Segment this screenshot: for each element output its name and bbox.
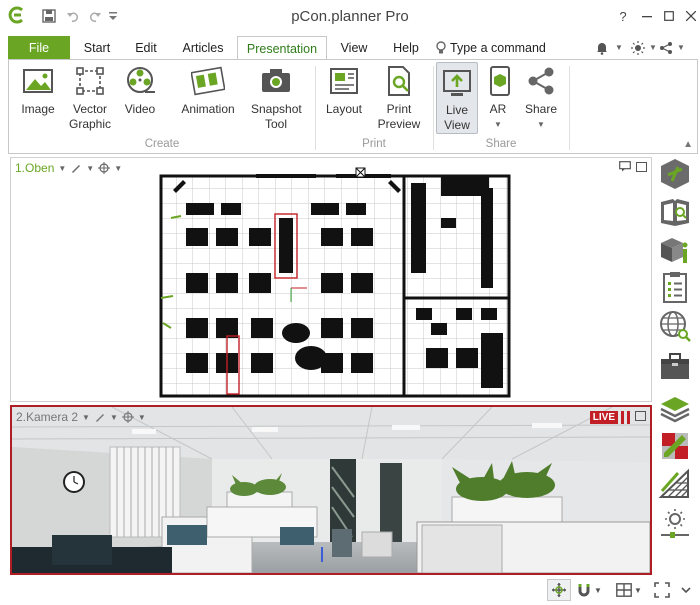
floor-plan bbox=[159, 167, 511, 398]
tab-help[interactable]: Help bbox=[386, 36, 426, 60]
lightbulb-icon bbox=[436, 41, 446, 54]
vector-graphic-button[interactable]: Vector Graphic bbox=[65, 64, 115, 132]
share-button[interactable]: Share ▼ bbox=[521, 64, 561, 132]
close-button[interactable] bbox=[680, 6, 700, 26]
article-info-icon[interactable] bbox=[658, 233, 692, 267]
pen-icon[interactable] bbox=[94, 411, 106, 423]
live-view-icon bbox=[443, 70, 471, 96]
layers-icon[interactable] bbox=[658, 391, 692, 425]
share-dropdown-icon[interactable]: ▼ bbox=[521, 117, 561, 132]
video-button[interactable]: Video bbox=[117, 64, 163, 117]
render-grid-icon[interactable] bbox=[658, 467, 692, 501]
collapse-panel-icon[interactable] bbox=[674, 579, 698, 601]
tab-start[interactable]: Start bbox=[76, 36, 118, 60]
camera-icon bbox=[262, 69, 290, 92]
tab-edit[interactable]: Edit bbox=[126, 36, 166, 60]
layout-icon bbox=[330, 68, 358, 94]
share-icon bbox=[528, 67, 554, 95]
animation-button[interactable]: Animation bbox=[173, 64, 243, 117]
image-icon bbox=[23, 69, 53, 93]
material-paint-icon[interactable] bbox=[658, 429, 692, 463]
notification-bell-icon[interactable] bbox=[590, 36, 614, 60]
ribbon-tabs: File Start Edit Articles Presentation Vi… bbox=[0, 34, 700, 61]
window-title: pCon.planner Pro bbox=[291, 8, 409, 25]
print-preview-button[interactable]: Print Preview bbox=[371, 64, 427, 132]
catalog-book-icon[interactable] bbox=[658, 195, 692, 229]
magnet-dropdown-icon[interactable]: ▼ bbox=[592, 579, 604, 601]
maximize-button[interactable] bbox=[658, 6, 680, 26]
tab-articles[interactable]: Articles bbox=[174, 36, 232, 60]
animation-icon bbox=[191, 66, 225, 96]
group-label-create: Create bbox=[144, 138, 180, 150]
live-badge: LIVE bbox=[589, 411, 618, 424]
viewport-camera-label[interactable]: 2.Kamera 2 ▼ ▼ ▼ bbox=[16, 410, 146, 424]
target-icon[interactable] bbox=[121, 411, 134, 423]
ar-button[interactable]: AR ▼ bbox=[483, 64, 513, 132]
brightness-settings-icon[interactable] bbox=[658, 507, 692, 541]
ribbon-panel: Image Vector Graphic Video Animation Sna… bbox=[8, 59, 698, 154]
ar-dropdown-icon[interactable]: ▼ bbox=[483, 117, 513, 132]
pause-icon[interactable] bbox=[621, 411, 630, 424]
bell-dropdown-icon[interactable]: ▼ bbox=[614, 36, 624, 60]
theme-brightness-icon[interactable] bbox=[628, 36, 648, 60]
video-icon bbox=[127, 67, 155, 93]
snapshot-tool-button[interactable]: Snapshot Tool bbox=[245, 64, 307, 132]
layout-button[interactable]: Layout bbox=[319, 64, 369, 117]
command-placeholder: Type a command bbox=[450, 41, 546, 55]
image-button[interactable]: Image bbox=[13, 64, 63, 117]
help-question-icon[interactable]: ? bbox=[612, 6, 634, 26]
tools-3d-icon[interactable] bbox=[658, 157, 692, 191]
live-view-button[interactable]: Live View bbox=[436, 62, 478, 134]
share-network-icon[interactable] bbox=[656, 36, 676, 60]
collapse-ribbon-icon[interactable]: ▲ bbox=[683, 139, 693, 150]
print-preview-icon bbox=[388, 66, 410, 96]
group-label-share: Share bbox=[485, 138, 517, 150]
group-separator bbox=[569, 66, 570, 150]
command-search[interactable]: Type a command bbox=[436, 36, 554, 60]
move-snap-icon[interactable] bbox=[547, 579, 571, 601]
vector-graphic-icon bbox=[76, 67, 104, 95]
share-dropdown-icon[interactable]: ▼ bbox=[676, 36, 686, 60]
maximize-view-button[interactable] bbox=[635, 411, 646, 421]
tab-view[interactable]: View bbox=[333, 36, 375, 60]
viewport-camera[interactable]: 2.Kamera 2 ▼ ▼ ▼ LIVE bbox=[10, 405, 652, 575]
tab-file[interactable]: File bbox=[8, 36, 70, 60]
fullscreen-icon[interactable] bbox=[650, 579, 674, 601]
view-layout-dropdown-icon[interactable]: ▼ bbox=[632, 579, 644, 601]
status-bar: ▼ ▼ bbox=[0, 577, 700, 605]
minimize-button[interactable] bbox=[636, 6, 658, 26]
tab-presentation[interactable]: Presentation bbox=[237, 36, 327, 61]
group-label-print: Print bbox=[362, 138, 386, 150]
globe-search-icon[interactable] bbox=[658, 309, 692, 343]
title-bar: pCon.planner Pro ? bbox=[0, 0, 700, 32]
toolbox-icon[interactable] bbox=[658, 349, 692, 383]
ar-icon bbox=[490, 66, 510, 96]
camera-render bbox=[12, 407, 650, 573]
list-checklist-icon[interactable] bbox=[658, 271, 692, 305]
viewport-name: 2.Kamera 2 bbox=[16, 410, 79, 424]
viewport-top[interactable]: 1.Oben ▼ ▼ ▼ bbox=[10, 157, 652, 402]
